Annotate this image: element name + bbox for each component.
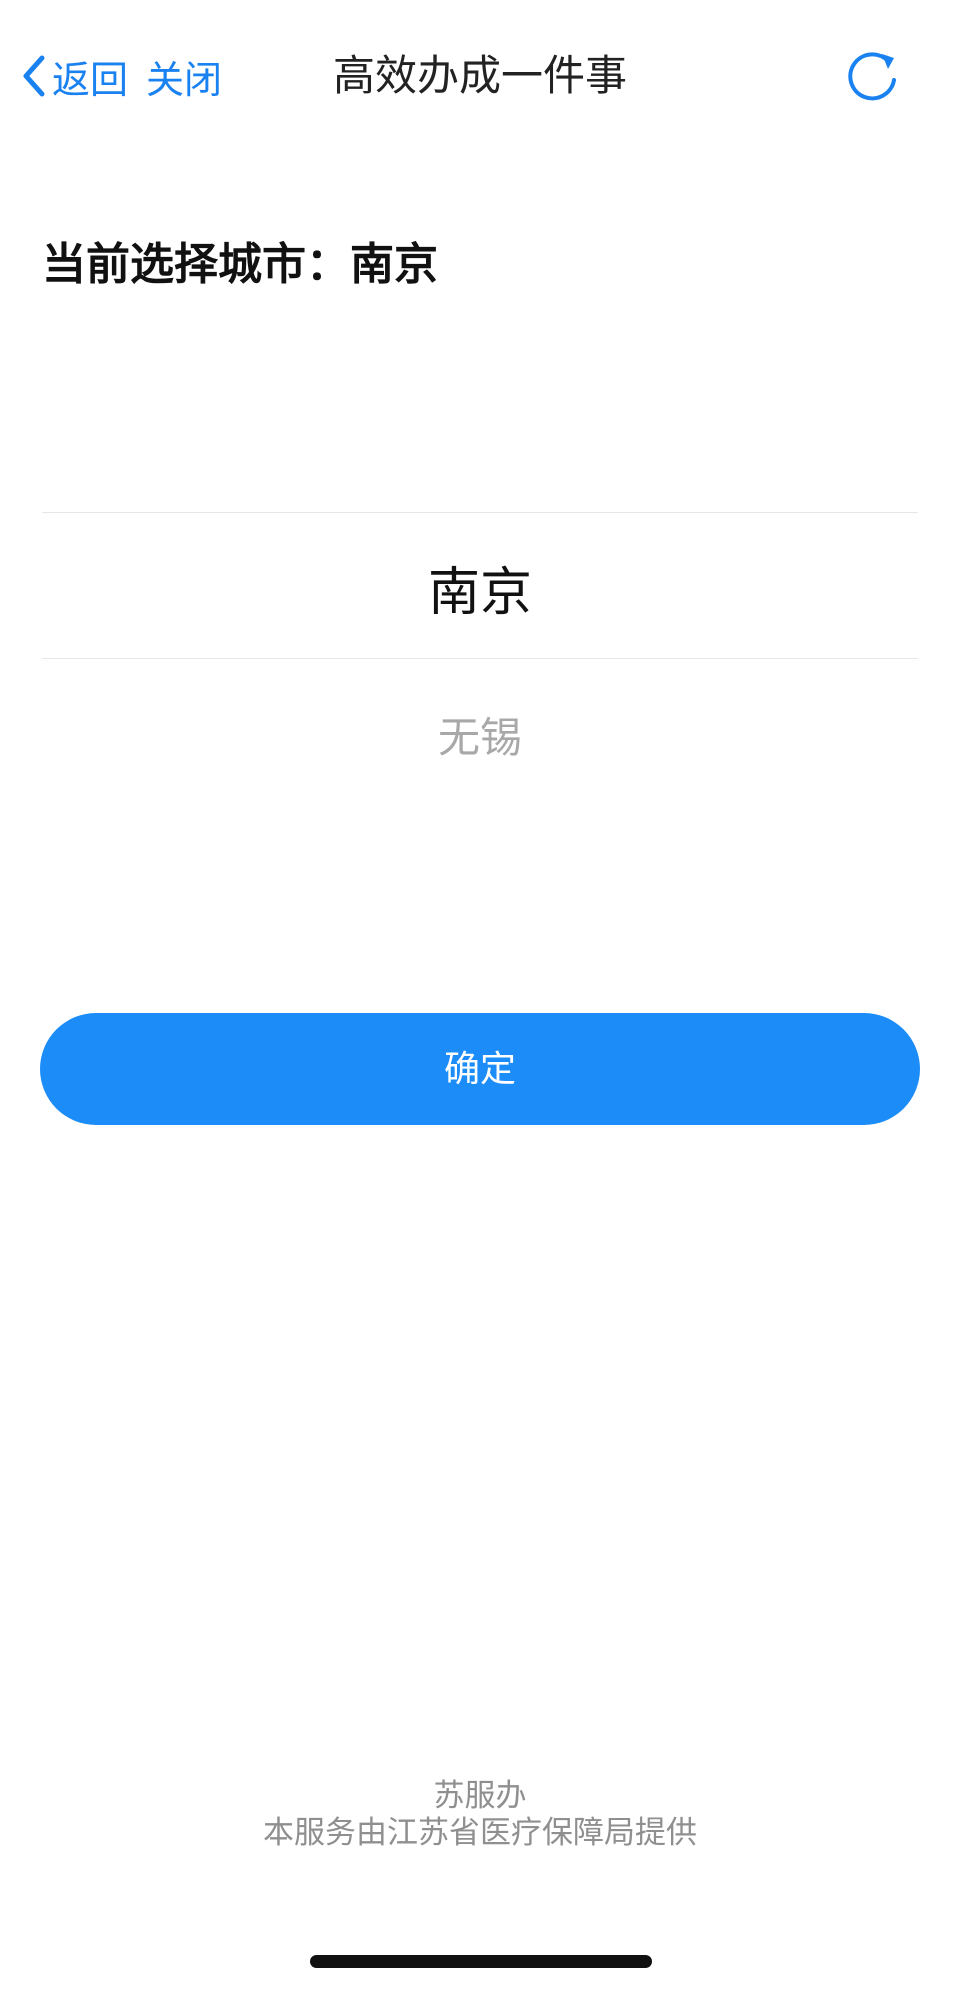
picker-option-selected[interactable]: 南京 [42, 550, 918, 625]
back-label: 返回 [52, 57, 129, 102]
footer-brand: 苏服办 [433, 1778, 527, 1814]
home-indicator [310, 1955, 652, 1968]
navigation-bar: 返回 关闭 高效办成一件事 [0, 0, 960, 150]
current-city-label: 当前选择城市：南京 [42, 239, 438, 290]
confirm-button[interactable]: 确定 [40, 1013, 920, 1125]
picker-divider-top [42, 512, 918, 513]
footer-provider: 本服务由江苏省医疗保障局提供 [263, 1815, 697, 1851]
picker-divider-bottom [42, 658, 918, 659]
close-button[interactable]: 关闭 [146, 49, 222, 104]
refresh-icon[interactable] [842, 46, 902, 106]
picker-option[interactable]: 无锡 [42, 704, 918, 765]
city-picker[interactable]: 南京 无锡 [42, 512, 918, 812]
footer: 苏服办 本服务由江苏省医疗保障局提供 [0, 1778, 960, 1852]
nav-left-group: 返回 关闭 [18, 48, 222, 104]
chevron-left-icon [23, 55, 45, 97]
back-button[interactable]: 返回 [18, 49, 128, 104]
